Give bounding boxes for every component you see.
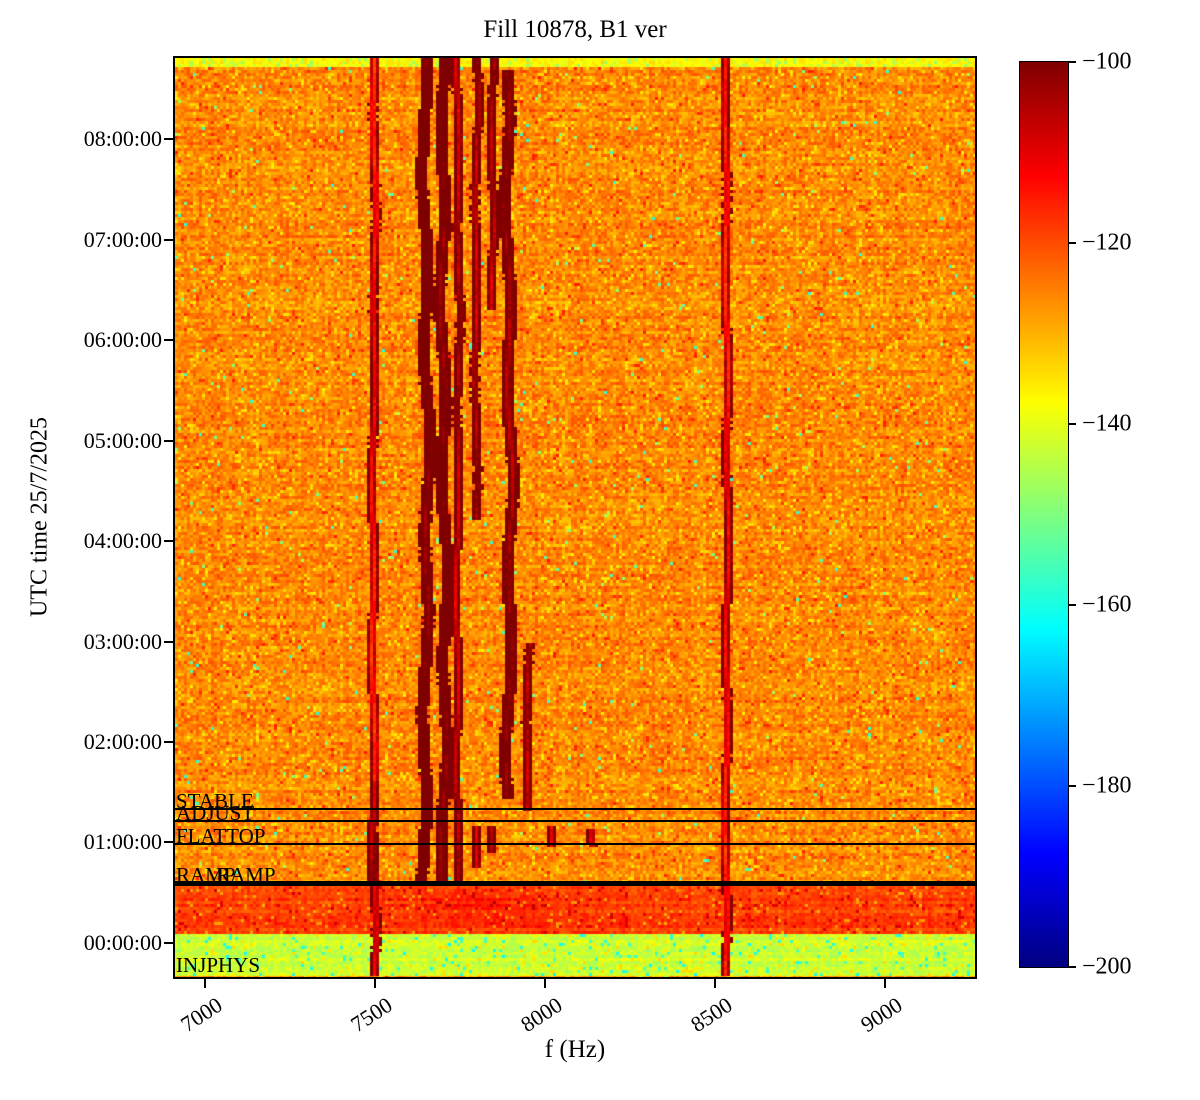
plot-title: Fill 10878, B1 ver bbox=[175, 16, 975, 44]
colorbar-tick-label: −200 bbox=[1082, 954, 1132, 981]
x-tick-mark bbox=[884, 979, 886, 988]
y-tick-label: 08:00:00 bbox=[42, 126, 162, 152]
beam-mode-label: INJPHYS bbox=[176, 955, 260, 976]
figure: { "figure": {"background": "#ffffff"}, "… bbox=[0, 0, 1200, 1100]
y-tick-label: 03:00:00 bbox=[42, 629, 162, 655]
y-tick-mark bbox=[164, 741, 173, 743]
beam-mode-label: ADJUST bbox=[176, 803, 254, 824]
beam-mode-label: FLATTOP bbox=[176, 826, 265, 847]
y-tick-mark bbox=[164, 942, 173, 944]
y-tick-label: 07:00:00 bbox=[42, 227, 162, 253]
colorbar-tick-mark bbox=[1068, 604, 1076, 606]
colorbar-tick-label: −120 bbox=[1082, 230, 1132, 257]
y-tick-mark bbox=[164, 239, 173, 241]
y-tick-mark bbox=[164, 641, 173, 643]
x-tick-label: 9000 bbox=[856, 992, 907, 1038]
y-tick-mark bbox=[164, 339, 173, 341]
y-tick-mark bbox=[164, 540, 173, 542]
x-tick-mark bbox=[374, 979, 376, 988]
y-tick-label: 05:00:00 bbox=[42, 428, 162, 454]
x-tick-mark bbox=[714, 979, 716, 988]
x-tick-label: 7500 bbox=[346, 992, 397, 1038]
colorbar-tick-mark bbox=[1068, 785, 1076, 787]
colorbar bbox=[1020, 62, 1068, 967]
colorbar-tick-label: −160 bbox=[1082, 592, 1132, 619]
colorbar-tick-label: −180 bbox=[1082, 773, 1132, 800]
y-axis-label: UTC time 25/7/2025 bbox=[27, 417, 54, 617]
y-tick-label: 01:00:00 bbox=[42, 829, 162, 855]
x-tick-label: 7000 bbox=[176, 992, 227, 1038]
x-tick-mark bbox=[544, 979, 546, 988]
colorbar-tick-label: −140 bbox=[1082, 411, 1132, 438]
x-tick-label: 8000 bbox=[516, 992, 567, 1038]
colorbar-tick-label: −100 bbox=[1082, 49, 1132, 76]
colorbar-tick-mark bbox=[1068, 423, 1076, 425]
y-tick-label: 02:00:00 bbox=[42, 729, 162, 755]
spectrogram-heatmap bbox=[175, 58, 975, 977]
beam-mode-label: RAMP bbox=[216, 865, 276, 886]
x-axis-label: f (Hz) bbox=[175, 1036, 975, 1064]
y-tick-mark bbox=[164, 138, 173, 140]
y-tick-label: 06:00:00 bbox=[42, 327, 162, 353]
colorbar-tick-mark bbox=[1068, 61, 1076, 63]
x-tick-mark bbox=[204, 979, 206, 988]
y-tick-label: 04:00:00 bbox=[42, 528, 162, 554]
y-tick-mark bbox=[164, 841, 173, 843]
colorbar-tick-mark bbox=[1068, 966, 1076, 968]
y-tick-label: 00:00:00 bbox=[42, 930, 162, 956]
x-tick-label: 8500 bbox=[686, 992, 737, 1038]
colorbar-tick-mark bbox=[1068, 242, 1076, 244]
y-tick-mark bbox=[164, 440, 173, 442]
